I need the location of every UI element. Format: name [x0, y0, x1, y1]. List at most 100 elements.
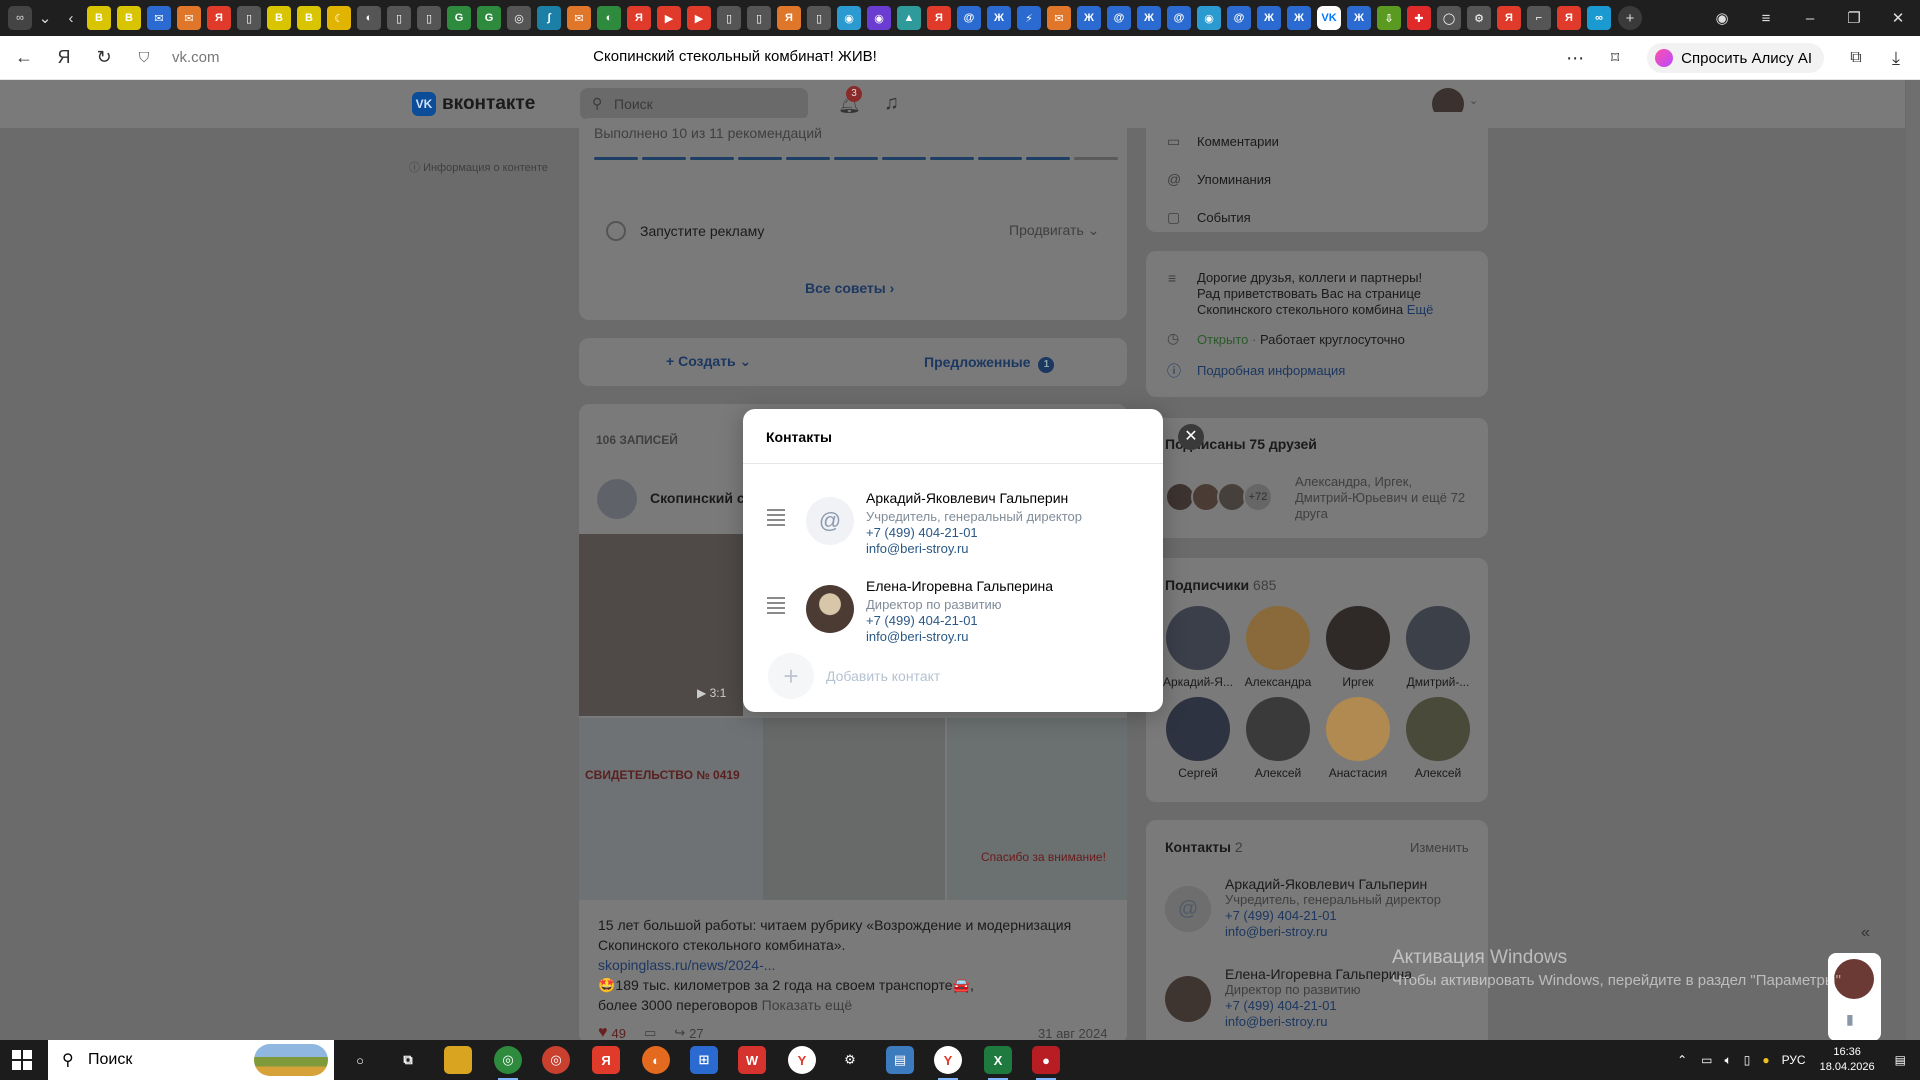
subscriber-item[interactable]: Иргек: [1318, 606, 1398, 689]
tab-favicon[interactable]: B: [117, 6, 141, 30]
tab-favicon[interactable]: Ж: [1287, 6, 1311, 30]
more-dots-icon[interactable]: ⋯: [1555, 38, 1595, 78]
task-view-icon[interactable]: ⧉: [394, 1046, 422, 1074]
subscriber-item[interactable]: Дмитрий-...: [1398, 606, 1478, 689]
create-button[interactable]: + Создать ⌄: [666, 353, 751, 370]
tab-favicon[interactable]: Ж: [1077, 6, 1101, 30]
taskbar-search[interactable]: ⚲ Поиск: [48, 1040, 334, 1080]
tab-favicon[interactable]: Ж: [1137, 6, 1161, 30]
vk-logo[interactable]: VK вконтакте: [412, 92, 535, 116]
tab-favicon[interactable]: ▯: [747, 6, 771, 30]
tab-favicon[interactable]: ◉: [1197, 6, 1221, 30]
ad-item[interactable]: Запустите рекламу: [606, 221, 764, 241]
tab-favicon[interactable]: Ж: [987, 6, 1011, 30]
tab-favicon[interactable]: @: [957, 6, 981, 30]
app-window-icon[interactable]: ▤: [886, 1046, 914, 1074]
chevron-down-icon[interactable]: ⌄: [1469, 94, 1478, 107]
tab-favicon[interactable]: ✉: [177, 6, 201, 30]
right-menu-item[interactable]: ▢ События: [1167, 198, 1279, 236]
tab-favicon[interactable]: Я: [927, 6, 951, 30]
language-indicator[interactable]: РУС: [1782, 1053, 1806, 1067]
tab-favicon[interactable]: ✚: [1407, 6, 1431, 30]
profile-icon[interactable]: ◉: [1700, 5, 1744, 31]
chrome-alt-icon[interactable]: ◎: [542, 1046, 570, 1074]
minimize-icon[interactable]: –: [1788, 5, 1832, 31]
yandex-app-icon[interactable]: Я: [592, 1046, 620, 1074]
tab-vk-active[interactable]: VK: [1317, 6, 1341, 30]
tab-favicon[interactable]: ⚙: [1467, 6, 1491, 30]
right-menu-item[interactable]: @ Упоминания: [1167, 160, 1279, 198]
contacts-edit-link[interactable]: Изменить: [1410, 840, 1469, 855]
tab-favicon[interactable]: @: [1227, 6, 1251, 30]
tab-favicon[interactable]: ▯: [387, 6, 411, 30]
chevron-down-icon[interactable]: ⌄: [32, 5, 58, 31]
tab-favicon[interactable]: ▯: [237, 6, 261, 30]
chrome-icon[interactable]: ◎: [494, 1046, 522, 1080]
tab-favicon[interactable]: G: [477, 6, 501, 30]
firefox-icon[interactable]: ◐: [642, 1046, 670, 1074]
tab-favicon[interactable]: ⌐: [1527, 6, 1551, 30]
tab-favicon[interactable]: ▯: [717, 6, 741, 30]
tab-favicon[interactable]: ☾: [327, 6, 351, 30]
contact-card-phone-1[interactable]: +7 (499) 404-21-01: [1225, 908, 1485, 924]
notifications-icon[interactable]: ▤: [1895, 1053, 1906, 1067]
page-scrollbar[interactable]: [1906, 80, 1920, 1080]
tray-expand-icon[interactable]: ⌃: [1677, 1053, 1687, 1067]
subscriber-item[interactable]: Александра: [1238, 606, 1318, 689]
tab-favicon[interactable]: ∞: [1587, 6, 1611, 30]
close-icon[interactable]: ✕: [1178, 424, 1204, 450]
tab-favicon[interactable]: ◉: [867, 6, 891, 30]
contact-email[interactable]: info@beri-stroy.ru: [866, 629, 969, 644]
contact-card-email-1[interactable]: info@beri-stroy.ru: [1225, 924, 1485, 940]
tab-favicon[interactable]: ◐: [357, 6, 381, 30]
cortana-icon[interactable]: ○: [346, 1046, 374, 1074]
network-icon[interactable]: ▭: [1701, 1053, 1712, 1067]
tab-favicon[interactable]: @: [1167, 6, 1191, 30]
wps-icon[interactable]: W: [738, 1046, 766, 1074]
post-author[interactable]: Скопинский ст: [650, 490, 752, 506]
contact-phone[interactable]: +7 (499) 404-21-01: [866, 613, 978, 628]
contact-card-phone-2[interactable]: +7 (499) 404-21-01: [1225, 998, 1485, 1014]
windows-start-icon[interactable]: [12, 1050, 32, 1070]
tab-favicon[interactable]: ▯: [807, 6, 831, 30]
right-menu-item[interactable]: ▭ Комментарии: [1167, 122, 1279, 160]
all-tips-link[interactable]: Все советы ›: [805, 280, 894, 296]
recorder-icon[interactable]: ●: [1032, 1046, 1060, 1080]
post-link[interactable]: skopinglass.ru/news/2024-...: [598, 955, 1071, 975]
tab-favicon[interactable]: ▶: [687, 6, 711, 30]
tab-favicon[interactable]: B: [297, 6, 321, 30]
new-tab-button[interactable]: +: [1618, 6, 1642, 30]
tab-favicon[interactable]: ✉: [567, 6, 591, 30]
chat-bubble-icon[interactable]: ▮: [1846, 1011, 1854, 1028]
contact-row[interactable]: Елена-Игоревна Гальперина Директор по ра…: [743, 571, 1163, 655]
subscriber-item[interactable]: Аркадий-Я...: [1158, 606, 1238, 689]
close-window-icon[interactable]: ✕: [1876, 5, 1920, 31]
vk-search-input[interactable]: ⚲ Поиск: [580, 88, 808, 120]
promote-button[interactable]: Продвигать ⌄: [1009, 222, 1099, 239]
excel-icon[interactable]: X: [984, 1046, 1012, 1080]
subscriber-item[interactable]: Анастасия: [1318, 697, 1398, 780]
bookmark-icon[interactable]: ⌑: [1595, 38, 1635, 78]
tab-favicon[interactable]: ∫: [537, 6, 561, 30]
browser-menu-icon[interactable]: ∞: [8, 6, 32, 30]
tab-favicon[interactable]: ⚡: [1017, 6, 1041, 30]
collapse-chats-icon[interactable]: «: [1861, 924, 1870, 942]
contact-row[interactable]: @ Аркадий-Яковлевич Гальперин Учредитель…: [743, 483, 1163, 567]
tab-favicon[interactable]: Я: [1557, 6, 1581, 30]
tab-favicon[interactable]: ✉: [147, 6, 171, 30]
tab-favicon[interactable]: ◐: [597, 6, 621, 30]
about-more-link[interactable]: Ещё: [1407, 302, 1434, 317]
music-icon[interactable]: ♫: [884, 92, 899, 115]
contact-phone[interactable]: +7 (499) 404-21-01: [866, 525, 978, 540]
contact-card-email-2[interactable]: info@beri-stroy.ru: [1225, 1014, 1485, 1030]
tab-favicon[interactable]: Я: [627, 6, 651, 30]
subscriber-item[interactable]: Алексей: [1398, 697, 1478, 780]
chat-widget[interactable]: ▮: [1828, 953, 1881, 1041]
ask-alice-button[interactable]: Спросить Алису AI: [1647, 43, 1824, 73]
tab-favicon[interactable]: ◎: [507, 6, 531, 30]
show-more-link[interactable]: Показать ещё: [762, 997, 853, 1013]
post-image-certificate[interactable]: СВИДЕТЕЛЬСТВО № 0419: [579, 718, 763, 900]
volume-icon[interactable]: 🔈︎: [1725, 1053, 1732, 1068]
subscriber-item[interactable]: Сергей: [1158, 697, 1238, 780]
tab-favicon[interactable]: ▯: [417, 6, 441, 30]
